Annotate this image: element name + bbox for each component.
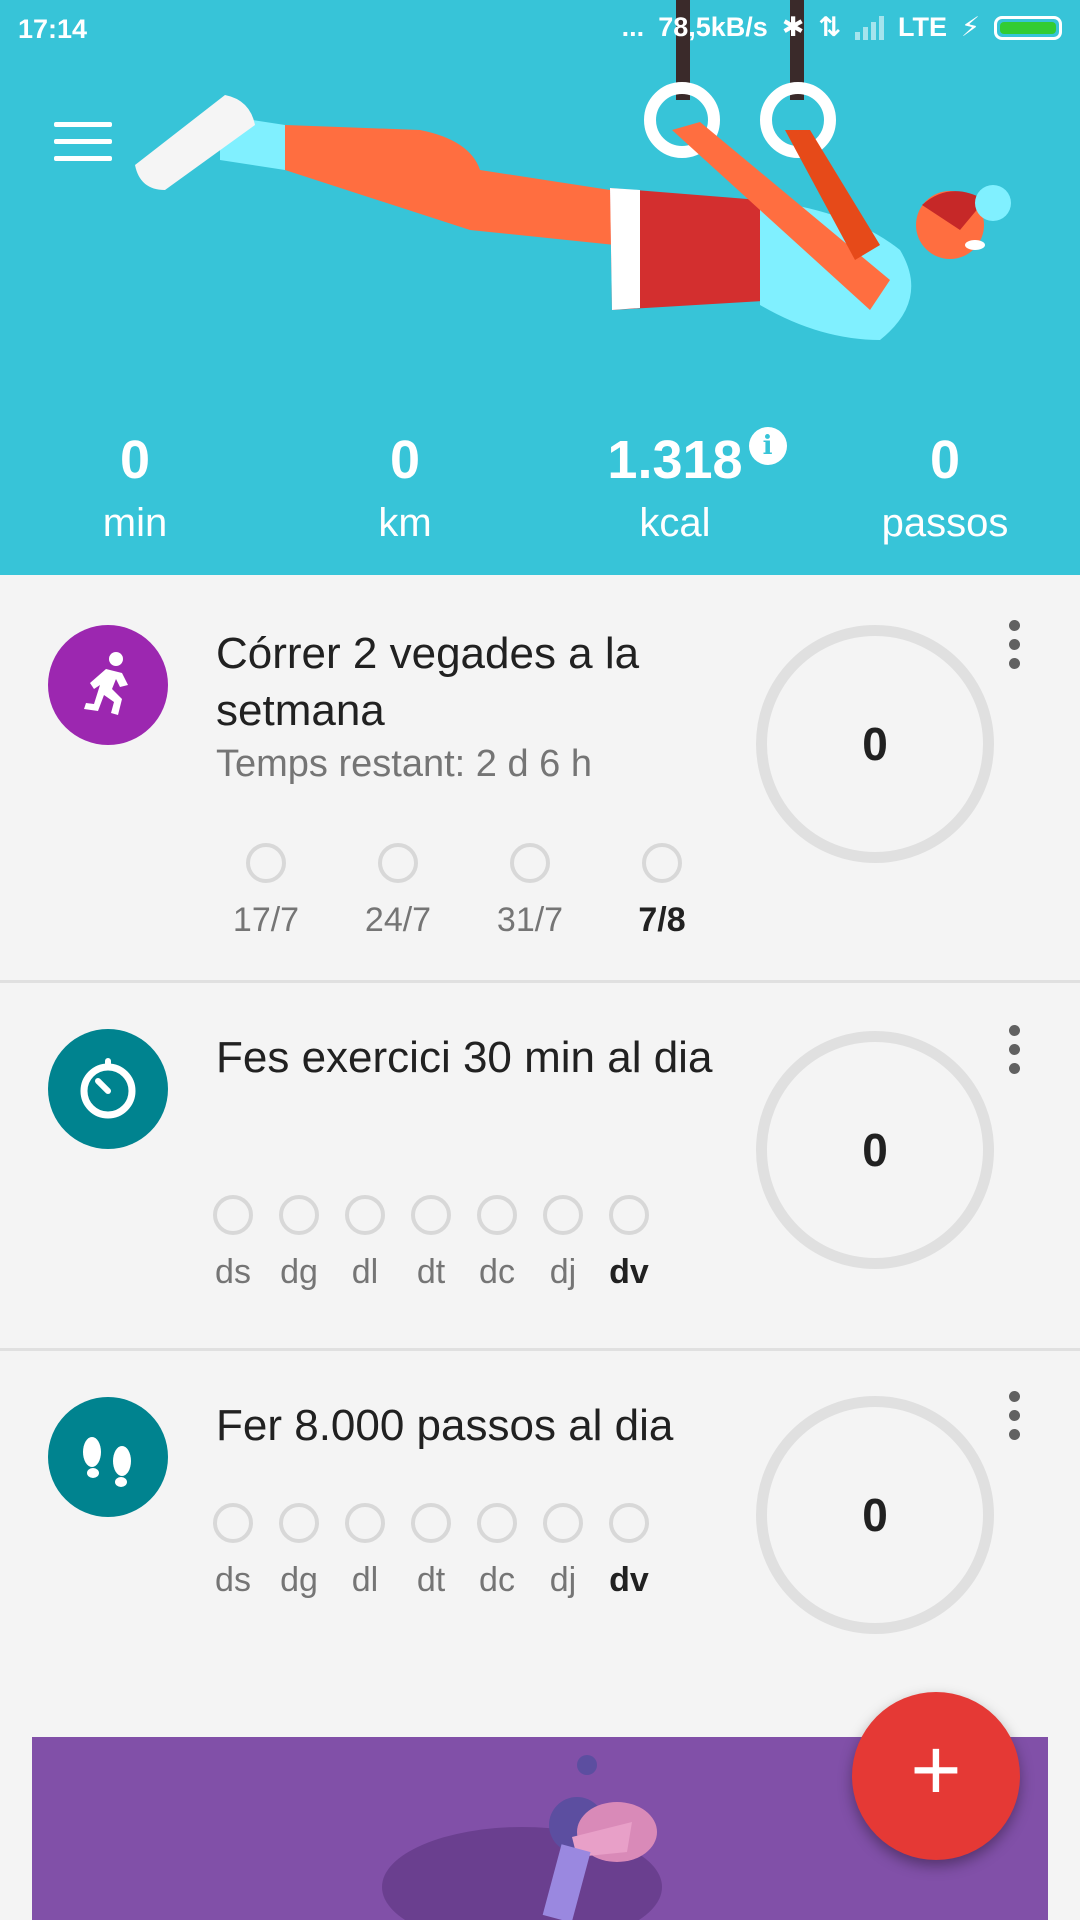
goal-progress-value: 0 [862,1124,888,1176]
stat-label: min [102,501,168,545]
network-type: LTE [898,12,948,42]
day-indicator: dt [398,1195,464,1292]
day-indicator: dc [464,1195,530,1292]
stat-value: 0 [929,430,961,490]
goal-progress-value: 0 [862,718,888,770]
goal-icon-badge [48,1397,168,1517]
stat-value: 1.318 [607,430,743,490]
charging-icon: ⚡ [961,12,980,42]
day-indicator: dg [266,1503,332,1600]
goal-progress-ring: 0 [756,1031,994,1269]
stopwatch-icon [80,1058,136,1119]
day-indicator: dj [530,1503,596,1600]
goal-week-tracker: ds dg dl dt dc dj dv [200,1195,662,1292]
day-indicator: 17/7 [200,843,332,940]
day-indicator: dj [530,1195,596,1292]
stat-calories[interactable]: 1.318 i kcal [540,425,810,551]
menu-button[interactable] [54,122,112,166]
goal-more-options-button[interactable] [1004,620,1024,670]
stat-label: km [378,501,432,545]
info-icon[interactable]: i [748,427,787,465]
hamburger-menu-icon [54,122,112,127]
day-indicator: ds [200,1195,266,1292]
goal-remaining-time: Temps restant: 2 d 6 h [216,743,592,785]
day-indicator: dg [266,1195,332,1292]
battery-icon [994,15,1062,40]
activity-header: 17:14 ... 78,5kB/s ✱ ⇅ LTE ⚡ 0 min 0 km … [0,0,1080,575]
notification-dots: ... [621,12,645,42]
daily-stats: 0 min 0 km 1.318 i kcal 0 passos [0,425,1080,565]
day-indicator: ds [200,1503,266,1600]
network-speed: 78,5kB/s [658,12,768,42]
goal-more-options-button[interactable] [1004,1391,1024,1441]
stat-minutes: 0 min [0,425,270,551]
goal-title: Córrer 2 vegades a la setmana [216,629,640,735]
stat-steps: 0 passos [810,425,1080,551]
day-indicator: 31/7 [464,843,596,940]
goal-more-options-button[interactable] [1004,1025,1024,1075]
stat-value-wrap: 1.318 i [607,425,787,495]
status-bar: 17:14 ... 78,5kB/s ✱ ⇅ LTE ⚡ [0,0,1080,60]
stat-value: 0 [389,430,421,490]
goal-progress-ring: 0 [756,625,994,863]
status-time: 17:14 [18,14,88,44]
goal-title: Fes exercici 30 min al dia [216,1033,713,1082]
gymnast-illustration [135,0,1011,340]
bluetooth-icon: ✱ [781,12,805,42]
goal-icon-badge [48,625,168,745]
day-indicator: dl [332,1503,398,1600]
status-indicators: ... 78,5kB/s ✱ ⇅ LTE ⚡ [622,12,1062,43]
signal-icon [855,15,885,40]
more-vert-icon [1008,620,1020,631]
day-indicator: 24/7 [332,843,464,940]
stat-label: kcal [639,501,711,545]
goal-title: Fer 8.000 passos al dia [216,1401,674,1450]
goal-card-running[interactable]: Córrer 2 vegades a la setmana Temps rest… [0,575,1080,983]
stat-value: 0 [119,430,151,490]
day-indicator: dt [398,1503,464,1600]
day-indicator: dc [464,1503,530,1600]
day-indicator: dl [332,1195,398,1292]
goal-week-tracker: ds dg dl dt dc dj dv [200,1503,662,1600]
footsteps-icon [83,1437,131,1487]
running-person-icon [84,652,128,715]
add-goal-button[interactable]: + [852,1692,1020,1860]
goal-progress-value: 0 [862,1489,888,1541]
more-vert-icon [1008,1391,1020,1402]
stat-label: passos [881,501,1009,545]
day-indicator-current: dv [596,1503,662,1600]
more-vert-icon [1008,1025,1020,1036]
goal-card-steps[interactable]: Fer 8.000 passos al dia ds dg dl dt dc d… [0,1351,1080,1651]
day-indicator-current: dv [596,1195,662,1292]
goal-progress-ring: 0 [756,1396,994,1634]
data-transfer-icon: ⇅ [818,12,842,42]
goal-icon-badge [48,1029,168,1149]
day-indicator-current: 7/8 [596,843,728,940]
goal-week-tracker: 17/7 24/7 31/7 7/8 [200,843,728,940]
plus-icon: + [910,1720,962,1819]
stat-distance: 0 km [270,425,540,551]
goal-card-exercise[interactable]: Fes exercici 30 min al dia ds dg dl dt d… [0,983,1080,1351]
